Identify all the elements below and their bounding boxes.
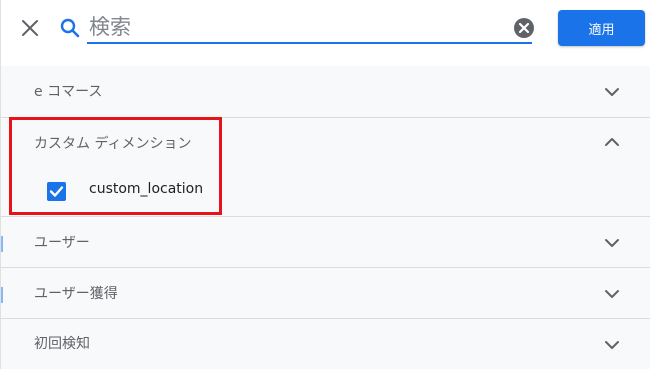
section-first-detection[interactable]: 初回検知 — [1, 319, 650, 369]
close-button[interactable] — [19, 17, 41, 39]
section-custom-dimensions[interactable]: カスタム ディメンション — [1, 118, 650, 217]
section-label: ユーザー獲得 — [34, 286, 118, 302]
apply-button[interactable]: 適用 — [558, 10, 645, 46]
search-icon — [60, 18, 80, 38]
section-label: ユーザー — [34, 235, 90, 251]
chevron-up-icon[interactable] — [603, 133, 621, 151]
chevron-down-icon[interactable] — [603, 83, 621, 101]
chevron-down-icon[interactable] — [603, 336, 621, 354]
dimension-picker-panel: 適用 e コマース カスタム ディメンション custom_location ユ… — [0, 0, 650, 369]
section-user-acquisition[interactable]: ユーザー獲得 — [1, 268, 650, 319]
section-label: カスタム ディメンション — [34, 136, 192, 152]
section-label: e コマース — [34, 84, 103, 100]
chevron-down-icon[interactable] — [603, 285, 621, 303]
search-input[interactable] — [87, 12, 532, 44]
custom-location-label[interactable]: custom_location — [89, 181, 203, 197]
search-header: 適用 — [1, 0, 650, 66]
close-icon — [22, 20, 38, 36]
clear-search-icon[interactable] — [513, 17, 535, 39]
edge-mark — [1, 287, 3, 303]
check-icon — [49, 186, 64, 197]
section-ecommerce[interactable]: e コマース — [1, 66, 650, 118]
chevron-down-icon[interactable] — [603, 234, 621, 252]
section-label: 初回検知 — [34, 336, 90, 352]
section-user[interactable]: ユーザー — [1, 217, 650, 268]
custom-location-checkbox[interactable] — [47, 182, 66, 201]
edge-mark — [1, 236, 3, 252]
